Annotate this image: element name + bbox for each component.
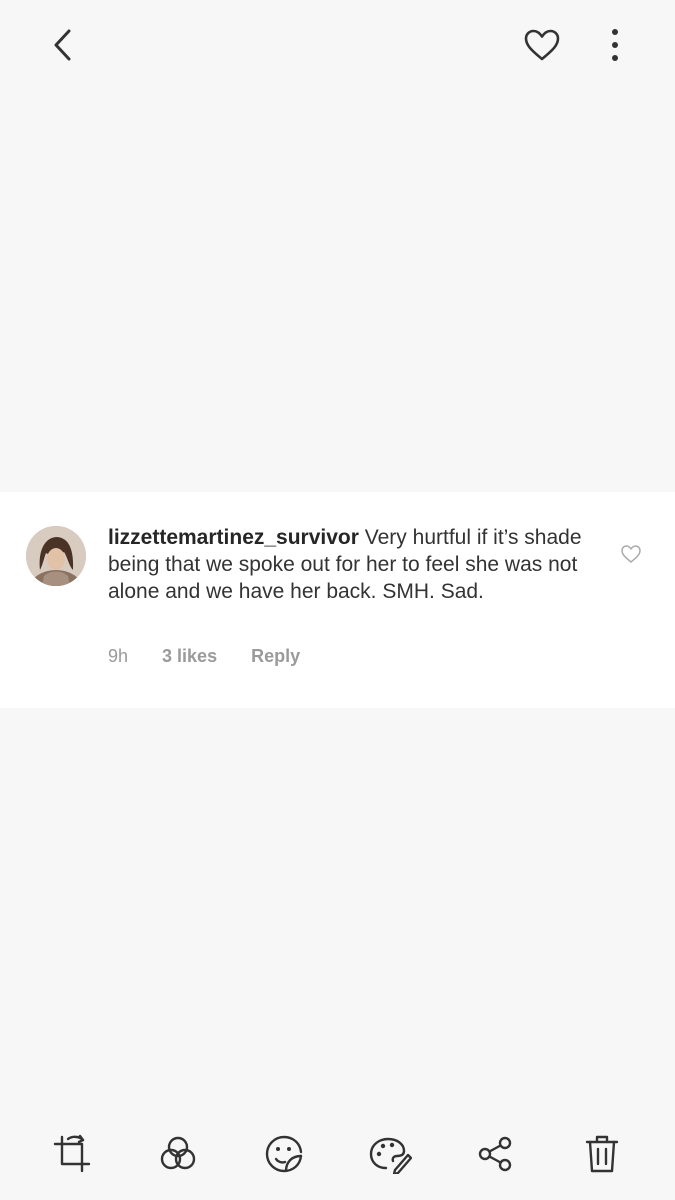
filters-button[interactable] [152, 1128, 204, 1180]
comment-username[interactable]: lizzettemartinez_survivor [108, 526, 359, 549]
sticker-icon [265, 1135, 303, 1173]
top-bar [0, 0, 675, 90]
sticker-button[interactable] [258, 1128, 310, 1180]
comment-like-heart [620, 544, 642, 569]
comment-meta: 9h 3 likes Reply [108, 646, 300, 667]
comment-time: 9h [108, 646, 129, 666]
share-icon [478, 1136, 512, 1172]
more-options-button[interactable] [596, 20, 634, 70]
crop-rotate-button[interactable] [46, 1128, 98, 1180]
filters-icon [160, 1136, 196, 1170]
avatar [26, 526, 86, 586]
heart-outline-icon [524, 29, 560, 61]
vertical-ellipsis-icon [612, 29, 618, 61]
bottom-toolbar [0, 1118, 675, 1190]
share-button[interactable] [470, 1128, 522, 1180]
draw-button[interactable] [364, 1128, 416, 1180]
palette-pen-icon [369, 1137, 412, 1174]
comment-reply: Reply [251, 646, 301, 666]
chevron-left-icon [54, 29, 71, 61]
photo-content: lizzettemartinez_survivor Very hurtful i… [0, 492, 675, 708]
crop-rotate-icon [53, 1134, 91, 1173]
delete-button[interactable] [576, 1128, 628, 1180]
favorite-button[interactable] [516, 20, 568, 70]
comment-text: lizzettemartinez_survivor Very hurtful i… [108, 524, 588, 605]
comment-likes: 3 likes [162, 646, 218, 666]
back-button[interactable] [38, 20, 88, 70]
trash-icon [585, 1135, 619, 1173]
heart-outline-icon [621, 545, 641, 563]
